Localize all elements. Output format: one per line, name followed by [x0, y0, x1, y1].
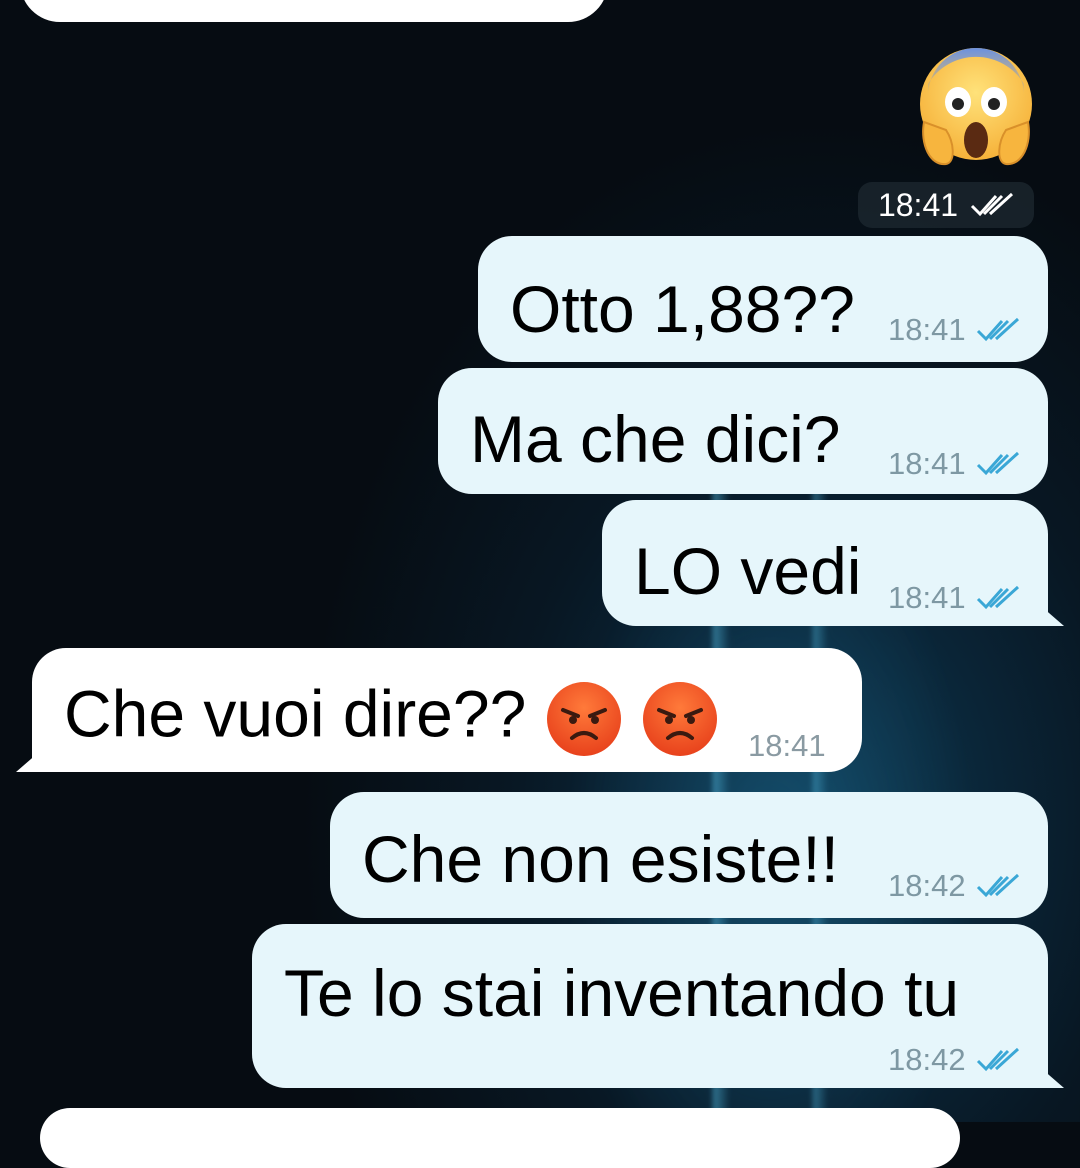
message-text: Che non esiste!!	[362, 822, 839, 896]
message-time: 18:41	[888, 312, 966, 347]
message-text: Te lo stai inventando tu	[284, 956, 960, 1030]
message-time: 18:41	[877, 186, 959, 223]
message-time: 18:42	[888, 868, 966, 903]
double-check-icon	[976, 1047, 1019, 1072]
message-time: 18:42	[888, 1042, 966, 1077]
double-check-icon	[976, 873, 1019, 898]
double-check-icon	[970, 192, 1014, 217]
face-screaming-in-fear-icon	[920, 48, 1032, 166]
pouting-face-icon	[642, 682, 717, 756]
double-check-icon	[976, 585, 1019, 610]
emoji-timestamp: 18:41	[858, 182, 1034, 228]
bubble-tail	[16, 746, 46, 772]
message-bubble-partial[interactable]	[20, 0, 608, 22]
double-check-icon	[976, 451, 1019, 476]
bubble-tail	[1034, 1062, 1064, 1088]
message-bubble-outgoing[interactable]: Te lo stai inventando tu 18:42	[252, 924, 1064, 1088]
message-time: 18:41	[888, 446, 966, 481]
message-text: LO vedi	[634, 534, 862, 608]
double-check-icon	[976, 317, 1019, 342]
message-text: Otto 1,88??	[510, 272, 855, 346]
message-text: Ma che dici?	[470, 402, 841, 476]
message-bubble-outgoing[interactable]: Ma che dici? 18:41	[438, 368, 1048, 494]
message-time: 18:41	[888, 580, 966, 615]
message-time: 18:41	[748, 728, 826, 763]
message-text: Che vuoi dire??	[64, 680, 719, 758]
bubble-tail	[1034, 600, 1064, 626]
message-bubble-outgoing[interactable]: Otto 1,88?? 18:41	[478, 236, 1048, 362]
message-bubble-incoming[interactable]: Che vuoi dire?? 18:41	[16, 648, 862, 772]
message-bubble-outgoing[interactable]: Che non esiste!! 18:42	[330, 792, 1048, 918]
message-bubble-partial[interactable]	[40, 1108, 960, 1168]
message-bubble-outgoing[interactable]: LO vedi 18:41	[602, 500, 1064, 626]
pouting-face-icon	[546, 682, 621, 756]
